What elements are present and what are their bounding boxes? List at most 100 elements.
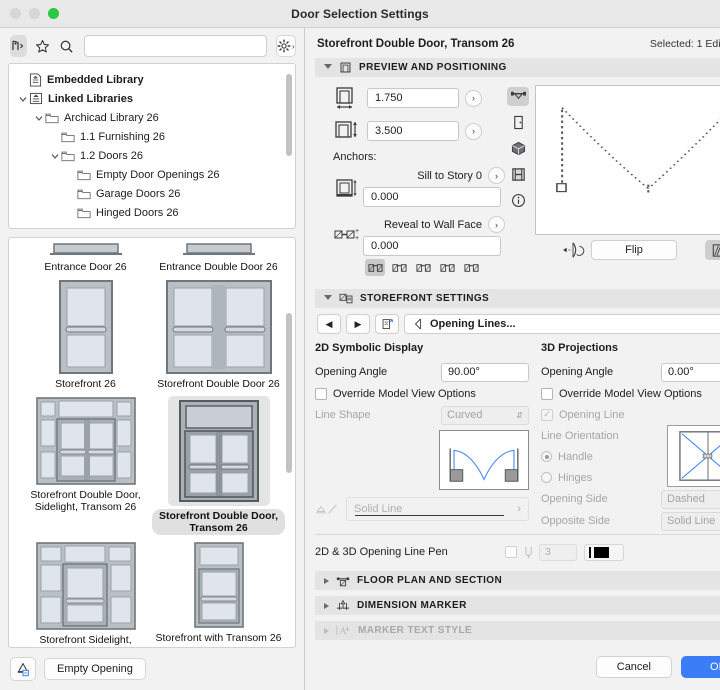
opening-angle-3d-field[interactable]: 0.00°	[661, 363, 720, 382]
3d-view-icon[interactable]	[507, 139, 529, 158]
line-type-select[interactable]: Solid Line ›	[346, 497, 529, 521]
override-mvo-2d-row[interactable]: Override Model View Options	[315, 383, 529, 404]
wall-display-toggle-left[interactable]	[705, 240, 720, 260]
thumbnail-scrollbar[interactable]	[286, 313, 292, 473]
anchor-center[interactable]	[365, 259, 385, 276]
section-title: PREVIEW AND POSITIONING	[359, 62, 507, 73]
opening-side-select[interactable]: Dashed ⇵	[661, 490, 720, 509]
thumbnail-item[interactable]: Storefront Double Door, Transom 26	[152, 394, 285, 539]
opening-side-value: Dashed	[667, 493, 705, 505]
tree-item-label: Embedded Library	[47, 74, 144, 86]
orientation-hinges-radio[interactable]	[541, 472, 552, 483]
empty-opening-button[interactable]: Empty Opening	[44, 658, 146, 680]
opening-line-pen-row: 2D & 3D Opening Line Pen 3	[315, 541, 720, 563]
orientation-hinges-row[interactable]: Hinges	[541, 467, 667, 488]
flip-button[interactable]: Flip	[591, 240, 677, 260]
chevron-down-icon[interactable]	[49, 152, 61, 160]
opening-lines-page-selector[interactable]: Opening Lines... ›	[404, 314, 720, 334]
line-shape-label: Line Shape	[315, 409, 371, 421]
thumbnail-item[interactable]: Storefront Sidelight, Transom 26	[19, 539, 152, 648]
nav-parameter-transfer-icon[interactable]	[375, 314, 399, 334]
door-selection-settings-window: Door Selection Settings	[0, 0, 720, 690]
search-icon[interactable]	[58, 35, 75, 57]
section-view-icon[interactable]	[507, 165, 529, 184]
thumbnail-label: Storefront Double Door, Transom 26	[152, 509, 285, 535]
tree-item[interactable]: Linked Libraries	[9, 89, 295, 108]
section-preview-and-positioning[interactable]: PREVIEW AND POSITIONING	[315, 58, 720, 77]
ok-button[interactable]: OK	[681, 656, 720, 678]
info-view-icon[interactable]	[507, 191, 529, 210]
library-tree[interactable]: Embedded Library Linked LibrariesArchicad…	[8, 63, 296, 229]
thumbnail-item[interactable]: Storefront 26	[19, 277, 152, 394]
sill-label: Sill to Story 0	[417, 170, 482, 182]
opposite-side-select[interactable]: Solid Line ⇵	[661, 512, 720, 531]
tree-scrollbar[interactable]	[286, 74, 292, 156]
override-mvo-3d-checkbox[interactable]	[541, 388, 553, 400]
tree-item[interactable]: Embedded Library	[9, 70, 295, 89]
opening-line-row[interactable]: ✓ Opening Line	[541, 404, 720, 425]
width-field[interactable]: 1.750	[367, 88, 459, 108]
opening-angle-2d-value: 90.00°	[448, 366, 480, 378]
star-icon[interactable]	[34, 35, 51, 57]
anchor-bottom-left[interactable]	[437, 259, 457, 276]
opening-line-pen-number[interactable]: 3	[539, 544, 577, 561]
thumbnail-item[interactable]: Entrance Door 26	[19, 240, 152, 277]
chevron-down-icon[interactable]	[17, 95, 29, 103]
width-options-button[interactable]: ›	[465, 90, 482, 107]
tree-item[interactable]: Garage Doors 26	[9, 184, 295, 203]
orientation-handle-radio[interactable]	[541, 451, 552, 462]
height-options-button[interactable]: ›	[465, 123, 482, 140]
cancel-button[interactable]: Cancel	[596, 656, 672, 678]
thumbnail-item[interactable]: Entrance Double Door 26	[152, 240, 285, 277]
line-type-icon	[315, 502, 339, 516]
search-input[interactable]	[84, 35, 267, 57]
height-field[interactable]: 3.500	[367, 121, 459, 141]
orientation-handle-row[interactable]: Handle	[541, 446, 667, 467]
favorites-icon[interactable]	[10, 35, 27, 57]
override-mvo-2d-label: Override Model View Options	[333, 388, 476, 400]
empty-opening-icon[interactable]	[10, 657, 36, 681]
mirror-icon[interactable]	[561, 241, 585, 259]
reveal-options-button[interactable]: ›	[488, 216, 505, 233]
override-mvo-2d-checkbox[interactable]	[315, 388, 327, 400]
thumbnail-item[interactable]: Storefront Double Door 26	[152, 277, 285, 394]
sill-options-button[interactable]: ›	[488, 167, 505, 184]
override-mvo-3d-row[interactable]: Override Model View Options	[541, 383, 720, 404]
floor-plan-view-icon[interactable]	[507, 87, 529, 106]
thumbnail-item[interactable]: Storefront Double Door, Sidelight, Trans…	[19, 394, 152, 539]
elevation-view-icon[interactable]	[507, 113, 529, 132]
opening-angle-2d-field[interactable]: 90.00°	[441, 363, 529, 382]
preview-view-mode-icons[interactable]	[505, 85, 531, 281]
tree-item[interactable]: 1.1 Furnishing 26	[9, 127, 295, 146]
section-floor-plan-and-section[interactable]: FLOOR PLAN AND SECTION	[315, 571, 720, 590]
thumbnail-label: Storefront Double Door, Sidelight, Trans…	[19, 489, 152, 513]
parameter-page-nav: ◀ ▶	[317, 314, 720, 334]
opening-line-pen-checkbox[interactable]	[505, 546, 517, 558]
reveal-field[interactable]: 0.000	[363, 236, 501, 256]
gear-icon[interactable]: ›	[276, 35, 296, 57]
thumbnail-label: Entrance Door 26	[44, 261, 126, 273]
selection-status: Selected: 1 Editable: 1	[650, 38, 720, 50]
object-thumbnail-list[interactable]: Entrance Door 26Entrance Double Door 26S…	[8, 237, 296, 648]
tree-item[interactable]: Archicad Library 26	[9, 108, 295, 127]
anchor-top-left[interactable]	[389, 259, 409, 276]
anchor-bottom-right[interactable]	[461, 259, 481, 276]
tree-item[interactable]: 1.2 Doors 26	[9, 146, 295, 165]
line-shape-select[interactable]: Curved ⇵	[441, 406, 529, 425]
anchor-position-buttons[interactable]	[365, 259, 505, 276]
nav-forward-icon[interactable]: ▶	[346, 314, 370, 334]
door-preview-canvas[interactable]	[535, 85, 720, 235]
nav-back-icon[interactable]: ◀	[317, 314, 341, 334]
section-dimension-marker[interactable]: DIMENSION MARKER	[315, 596, 720, 615]
thumbnail-item[interactable]: Storefront with Transom 26	[152, 539, 285, 648]
opening-line-pen-color[interactable]	[584, 544, 624, 561]
tree-item[interactable]: Empty Door Openings 26	[9, 165, 295, 184]
opening-line-checkbox[interactable]: ✓	[541, 409, 553, 421]
sill-field[interactable]: 0.000	[363, 187, 501, 207]
chevron-down-icon[interactable]	[33, 114, 45, 122]
line-shape-value: Curved	[447, 409, 482, 421]
tree-item[interactable]: Hinged Doors 26	[9, 203, 295, 222]
anchor-top-right[interactable]	[413, 259, 433, 276]
section-storefront-settings[interactable]: STOREFRONT SETTINGS	[315, 289, 720, 308]
storefront-settings-icon	[339, 293, 353, 305]
